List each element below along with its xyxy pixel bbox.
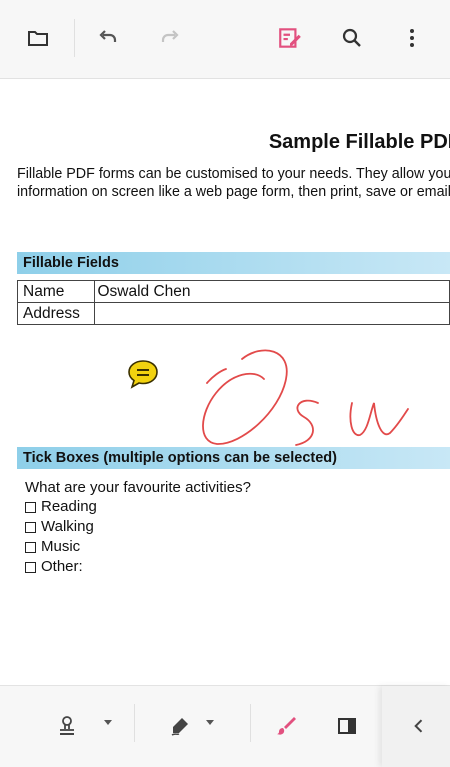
- brush-button[interactable]: [272, 708, 302, 744]
- table-row: Name Oswald Chen: [16, 280, 450, 303]
- chevron-left-icon: [414, 719, 423, 733]
- stamp-dropdown-icon[interactable]: [104, 720, 112, 725]
- intro-text: Fillable PDF forms can be customised to …: [17, 165, 450, 201]
- panel-toggle-button[interactable]: [332, 708, 362, 744]
- collapse-toolbar-area: [382, 686, 450, 767]
- option-label: Reading: [41, 498, 97, 515]
- toolbar-divider: [74, 19, 75, 57]
- option-reading[interactable]: Reading: [25, 497, 97, 517]
- pdf-page: Sample Fillable PDF Fillable PDF forms c…: [0, 79, 450, 685]
- checkbox[interactable]: [25, 541, 36, 553]
- option-walking[interactable]: Walking: [25, 517, 97, 537]
- intro-line-1: Fillable PDF forms can be customised to …: [17, 166, 450, 182]
- top-toolbar: [0, 0, 450, 79]
- stamp-button[interactable]: [52, 708, 82, 744]
- checkbox[interactable]: [25, 501, 36, 513]
- more-options-button[interactable]: [394, 20, 430, 56]
- stamp-icon: [60, 716, 74, 735]
- toolbar-divider: [134, 704, 135, 742]
- address-field[interactable]: [94, 302, 450, 325]
- activities-options: Reading Walking Music Other:: [25, 497, 97, 577]
- pen-icon: [171, 718, 188, 736]
- annotate-button[interactable]: [272, 20, 308, 56]
- folder-button[interactable]: [20, 20, 56, 56]
- signature-ink[interactable]: [192, 341, 422, 449]
- collapse-toolbar-button[interactable]: [404, 708, 434, 744]
- name-label: Name: [16, 280, 96, 303]
- document-title: Sample Fillable PDF: [268, 131, 450, 153]
- search-button[interactable]: [334, 20, 370, 56]
- address-label: Address: [16, 302, 96, 325]
- option-label: Walking: [41, 518, 94, 535]
- table-row: Address: [16, 302, 450, 325]
- tick-boxes-header: Tick Boxes (multiple options can be sele…: [17, 447, 450, 469]
- toolbar-divider: [250, 704, 251, 742]
- undo-button[interactable]: [90, 20, 126, 56]
- redo-icon: [161, 30, 179, 42]
- more-vert-icon: [410, 29, 414, 47]
- annotate-icon: [279, 28, 301, 48]
- intro-line-2: information on screen like a web page fo…: [17, 184, 450, 200]
- activities-question: What are your favourite activities?: [25, 479, 251, 496]
- bottom-toolbar: [0, 685, 450, 767]
- undo-icon: [99, 30, 117, 42]
- option-music[interactable]: Music: [25, 537, 97, 557]
- search-icon: [342, 28, 361, 47]
- brush-icon: [277, 717, 296, 735]
- pen-dropdown-icon[interactable]: [206, 720, 214, 725]
- folder-icon: [28, 31, 48, 46]
- fields-table: Name Oswald Chen Address: [16, 280, 450, 325]
- pen-button[interactable]: [165, 708, 195, 744]
- redo-button[interactable]: [152, 20, 188, 56]
- name-field[interactable]: Oswald Chen: [94, 280, 450, 303]
- comment-icon[interactable]: [126, 357, 160, 391]
- checkbox[interactable]: [25, 561, 36, 573]
- fillable-fields-header: Fillable Fields: [17, 252, 450, 274]
- option-label: Other:: [41, 558, 83, 575]
- option-label: Music: [41, 538, 81, 555]
- checkbox[interactable]: [25, 521, 36, 533]
- panel-icon: [338, 718, 356, 734]
- option-other[interactable]: Other:: [25, 557, 97, 577]
